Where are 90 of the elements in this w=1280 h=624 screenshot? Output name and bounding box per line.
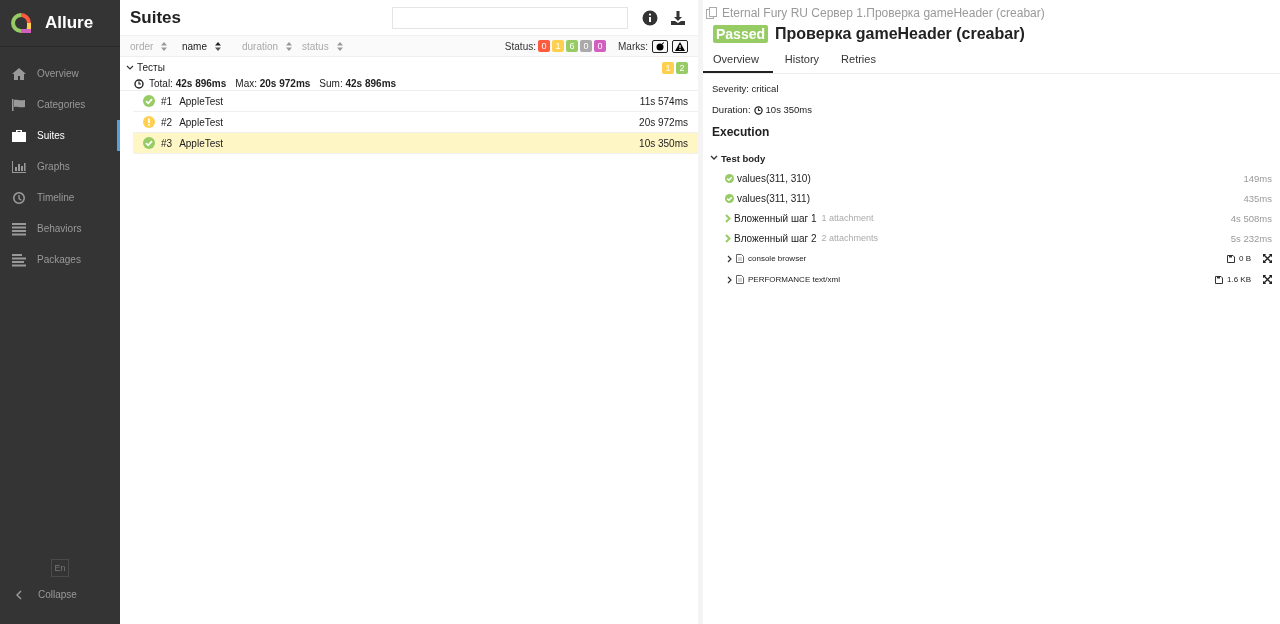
- download-icon[interactable]: [670, 9, 686, 26]
- nav-icon: [11, 252, 27, 267]
- nav-icon: [11, 221, 27, 236]
- duration-value: 10s 350ms: [765, 104, 813, 116]
- test-name: AppleTest: [179, 95, 224, 107]
- stat-text: Max: 20s 972ms: [235, 78, 311, 89]
- nav-icon: [11, 97, 27, 112]
- attachment-count: 1 attachment: [821, 213, 874, 223]
- warning-icon: [675, 41, 685, 51]
- nav-icon: [11, 66, 27, 81]
- nav-item[interactable]: Categories: [0, 89, 120, 120]
- status-label: Status:: [504, 40, 536, 52]
- sort-icon: [336, 41, 343, 51]
- sort-icon: [161, 41, 168, 51]
- step-duration: 5s 232ms: [1230, 232, 1272, 244]
- section-heading: Execution: [712, 125, 771, 141]
- test-name: AppleTest: [179, 137, 224, 149]
- save-icon: [1215, 275, 1223, 284]
- attachment-size: 1.6 KB: [1227, 275, 1251, 284]
- nav-icon: [11, 159, 27, 174]
- passed-icon: [725, 193, 734, 203]
- collapse-button[interactable]: Collapse: [0, 589, 77, 600]
- passed-icon: [725, 173, 734, 183]
- breadcrumb: Eternal Fury RU Сервер 1.Проверка gameHeader (creabar): [722, 6, 1045, 20]
- chevron-right-icon[interactable]: [727, 254, 732, 263]
- test-number: #1: [161, 95, 173, 107]
- attachment-name[interactable]: console browser: [748, 254, 807, 263]
- file-icon: [736, 254, 744, 263]
- test-body-toggle[interactable]: Test body: [710, 148, 1272, 168]
- attachment-count: 2 attachments: [821, 233, 879, 243]
- passed-icon: [143, 137, 155, 149]
- attachment-size: 0 B: [1239, 254, 1251, 263]
- group-count: 1: [662, 61, 674, 74]
- nav-item[interactable]: Timeline: [0, 182, 120, 213]
- test-duration: 20s 972ms: [639, 116, 688, 128]
- logo-icon: [9, 11, 33, 35]
- step-name[interactable]: values(311, 311): [737, 192, 810, 204]
- info-icon[interactable]: [642, 9, 658, 26]
- nav-item[interactable]: Packages: [0, 244, 120, 275]
- group-count: 2: [676, 61, 688, 74]
- bomb-icon: [655, 41, 665, 51]
- step-duration: 4s 508ms: [1230, 212, 1272, 224]
- tab[interactable]: Overview: [703, 49, 773, 73]
- file-icon: [736, 275, 744, 284]
- save-icon: [1227, 254, 1235, 263]
- test-number: #2: [161, 116, 173, 128]
- duration-label: Duration:: [712, 104, 751, 116]
- warning-mark-toggle[interactable]: [672, 39, 688, 53]
- nav-icon: [11, 128, 27, 143]
- clock-icon: [753, 106, 763, 115]
- test-number: #3: [161, 137, 173, 149]
- severity-text: Severity: critical: [712, 83, 780, 96]
- flaky-mark-toggle[interactable]: [652, 39, 668, 53]
- test-title: Проверка gameHeader (creabar): [775, 25, 1025, 43]
- test-row[interactable]: #3 AppleTest 10s 350ms: [133, 133, 698, 154]
- step-name[interactable]: Вложенный шаг 2: [734, 232, 817, 244]
- step-duration: 149ms: [1243, 172, 1272, 184]
- test-row[interactable]: #1 AppleTest 11s 574ms: [133, 91, 698, 112]
- passed-icon: [143, 95, 155, 107]
- nav-item[interactable]: Suites: [0, 120, 120, 151]
- status-label: Passed: [713, 25, 769, 43]
- stat-text: Total: 42s 896ms: [149, 78, 227, 89]
- brand-name: Allure: [45, 13, 94, 33]
- search-field[interactable]: [392, 6, 628, 29]
- group-toggle[interactable]: Тесты: [126, 62, 165, 73]
- marks-label: Marks:: [618, 40, 648, 52]
- sort-icon: [215, 41, 221, 51]
- step-name[interactable]: Вложенный шаг 1: [734, 212, 817, 224]
- tab[interactable]: Retries: [831, 49, 886, 73]
- test-name: AppleTest: [179, 116, 224, 128]
- chevron-right-icon[interactable]: [727, 275, 732, 284]
- clock-icon: [134, 78, 144, 89]
- sort-column[interactable]: name: [182, 40, 238, 52]
- expand-icon[interactable]: [1263, 254, 1272, 263]
- nav-item[interactable]: Overview: [0, 58, 120, 89]
- test-duration: 10s 350ms: [639, 137, 688, 149]
- expand-icon[interactable]: [1263, 275, 1272, 284]
- tab[interactable]: History: [774, 49, 830, 73]
- nav-icon: [11, 190, 27, 205]
- attachment-name[interactable]: PERFORMANCE text/xml: [748, 275, 840, 284]
- step-duration: 435ms: [1243, 192, 1272, 204]
- nav-item[interactable]: Graphs: [0, 151, 120, 182]
- test-duration: 11s 574ms: [639, 95, 688, 107]
- nav-item[interactable]: Behaviors: [0, 213, 120, 244]
- page-title: Suites: [130, 7, 183, 28]
- stat-text: Sum: 42s 896ms: [319, 78, 397, 89]
- step-name[interactable]: values(311, 310): [737, 172, 811, 184]
- sort-icon: [286, 41, 293, 51]
- warning-icon: [143, 116, 155, 128]
- chevron-left-icon: [16, 589, 22, 600]
